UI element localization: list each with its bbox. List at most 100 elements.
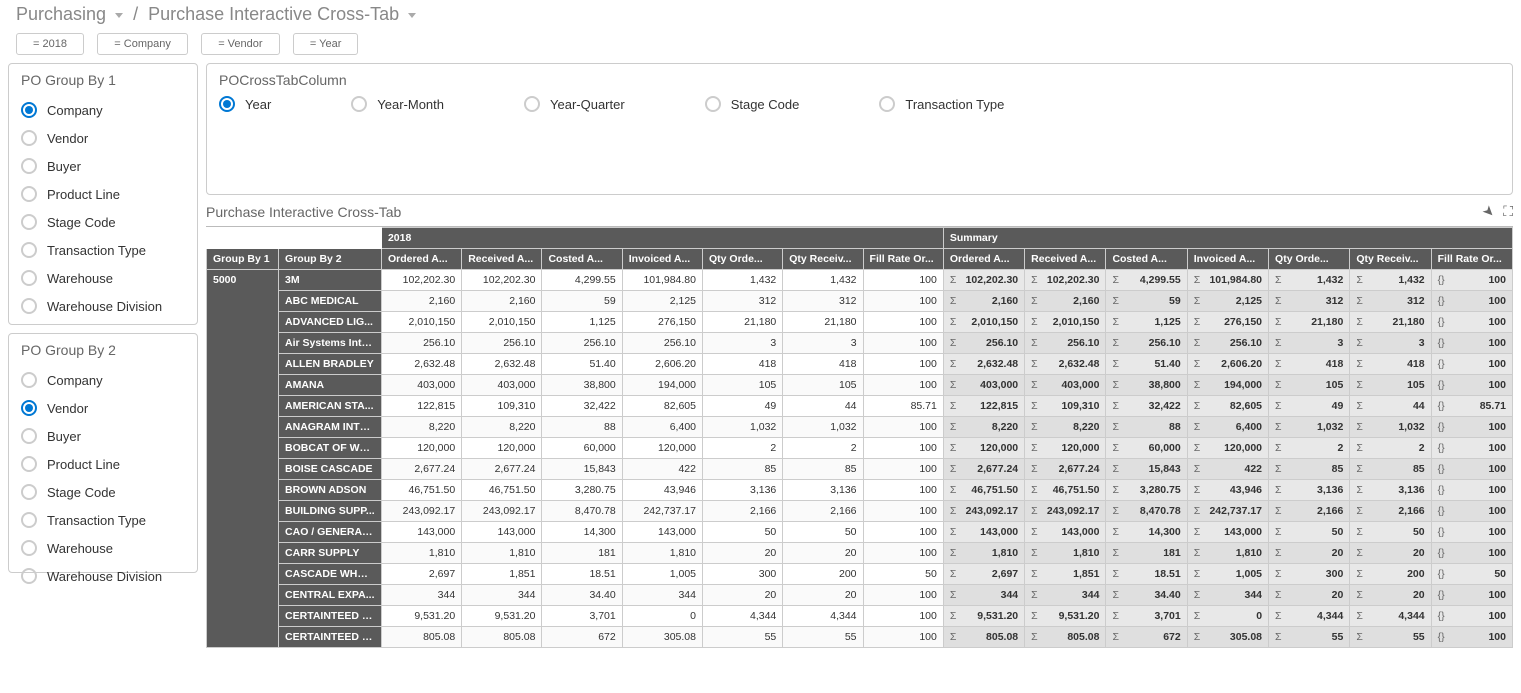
summary-cell[interactable]: {}100 bbox=[1431, 333, 1512, 354]
data-cell[interactable]: 6,400 bbox=[622, 417, 702, 438]
table-row[interactable]: Air Systems Inte...256.10256.10256.10256… bbox=[207, 333, 1513, 354]
data-cell[interactable]: 8,220 bbox=[381, 417, 461, 438]
summary-cell[interactable]: Σ55 bbox=[1269, 627, 1350, 648]
summary-cell[interactable]: Σ143,000 bbox=[1025, 522, 1106, 543]
filter-year[interactable]: = 2018 bbox=[16, 33, 84, 55]
data-cell[interactable]: 100 bbox=[863, 333, 943, 354]
data-cell[interactable]: 805.08 bbox=[381, 627, 461, 648]
data-cell[interactable]: 14,300 bbox=[542, 522, 622, 543]
summary-cell[interactable]: Σ2,632.48 bbox=[943, 354, 1024, 375]
data-cell[interactable]: 2,160 bbox=[381, 291, 461, 312]
data-cell[interactable]: 102,202.30 bbox=[381, 270, 461, 291]
summary-cell[interactable]: {}50 bbox=[1431, 564, 1512, 585]
data-cell[interactable]: 243,092.17 bbox=[462, 501, 542, 522]
data-cell[interactable]: 109,310 bbox=[462, 396, 542, 417]
vendor-cell[interactable]: CERTAINTEED C... bbox=[279, 606, 382, 627]
data-cell[interactable]: 38,800 bbox=[542, 375, 622, 396]
data-cell[interactable]: 43,946 bbox=[622, 480, 702, 501]
data-cell[interactable]: 50 bbox=[703, 522, 783, 543]
data-cell[interactable]: 2,677.24 bbox=[462, 459, 542, 480]
column-header[interactable]: Qty Orde... bbox=[703, 249, 783, 270]
summary-cell[interactable]: Σ46,751.50 bbox=[1025, 480, 1106, 501]
data-cell[interactable]: 1,432 bbox=[703, 270, 783, 291]
table-row[interactable]: ANAGRAM INTE...8,2208,220886,4001,0321,0… bbox=[207, 417, 1513, 438]
summary-cell[interactable]: Σ109,310 bbox=[1025, 396, 1106, 417]
summary-cell[interactable]: {}100 bbox=[1431, 501, 1512, 522]
radio-groupBy1-company[interactable]: Company bbox=[21, 96, 185, 124]
radio-crossTabCol-transaction-type[interactable]: Transaction Type bbox=[879, 96, 1004, 112]
summary-cell[interactable]: Σ194,000 bbox=[1187, 375, 1268, 396]
data-cell[interactable]: 2,010,150 bbox=[381, 312, 461, 333]
vendor-cell[interactable]: BOBCAT OF WO... bbox=[279, 438, 382, 459]
table-row[interactable]: 50003M102,202.30102,202.304,299.55101,98… bbox=[207, 270, 1513, 291]
summary-cell[interactable]: Σ50 bbox=[1269, 522, 1350, 543]
table-row[interactable]: AMERICAN STA...122,815109,31032,42282,60… bbox=[207, 396, 1513, 417]
breadcrumb-current[interactable]: Purchase Interactive Cross-Tab bbox=[148, 4, 416, 24]
popout-icon[interactable]: ➤ bbox=[1479, 201, 1499, 221]
data-cell[interactable]: 2,166 bbox=[783, 501, 863, 522]
data-cell[interactable]: 1,032 bbox=[783, 417, 863, 438]
summary-cell[interactable]: Σ50 bbox=[1350, 522, 1431, 543]
data-cell[interactable]: 1,810 bbox=[381, 543, 461, 564]
column-header[interactable]: Costed A... bbox=[542, 249, 622, 270]
data-cell[interactable]: 2,160 bbox=[462, 291, 542, 312]
summary-cell[interactable]: {}100 bbox=[1431, 627, 1512, 648]
summary-cell[interactable]: Σ312 bbox=[1269, 291, 1350, 312]
fullscreen-icon[interactable]: ⛶ bbox=[1503, 203, 1513, 220]
summary-cell[interactable]: Σ418 bbox=[1269, 354, 1350, 375]
filter-year2[interactable]: = Year bbox=[293, 33, 359, 55]
data-cell[interactable]: 120,000 bbox=[462, 438, 542, 459]
vendor-cell[interactable]: CARR SUPPLY bbox=[279, 543, 382, 564]
summary-cell[interactable]: Σ82,605 bbox=[1187, 396, 1268, 417]
data-cell[interactable]: 100 bbox=[863, 480, 943, 501]
summary-cell[interactable]: Σ2,677.24 bbox=[1025, 459, 1106, 480]
radio-groupBy1-warehouse[interactable]: Warehouse bbox=[21, 264, 185, 292]
summary-cell[interactable]: Σ32,422 bbox=[1106, 396, 1187, 417]
summary-cell[interactable]: Σ143,000 bbox=[1187, 522, 1268, 543]
summary-column-header[interactable]: Costed A... bbox=[1106, 249, 1187, 270]
vendor-cell[interactable]: ADVANCED LIG... bbox=[279, 312, 382, 333]
radio-groupBy1-buyer[interactable]: Buyer bbox=[21, 152, 185, 180]
data-cell[interactable]: 105 bbox=[703, 375, 783, 396]
radio-crossTabCol-year-month[interactable]: Year-Month bbox=[351, 96, 444, 112]
summary-cell[interactable]: {}100 bbox=[1431, 606, 1512, 627]
summary-cell[interactable]: Σ0 bbox=[1187, 606, 1268, 627]
table-row[interactable]: CERTAINTEED C...9,531.209,531.203,70104,… bbox=[207, 606, 1513, 627]
data-cell[interactable]: 9,531.20 bbox=[381, 606, 461, 627]
data-cell[interactable]: 100 bbox=[863, 375, 943, 396]
summary-cell[interactable]: Σ2,010,150 bbox=[943, 312, 1024, 333]
vendor-cell[interactable]: BUILDING SUPP... bbox=[279, 501, 382, 522]
data-cell[interactable]: 344 bbox=[622, 585, 702, 606]
vendor-cell[interactable]: CAO / GENERAL... bbox=[279, 522, 382, 543]
summary-cell[interactable]: Σ20 bbox=[1350, 543, 1431, 564]
summary-cell[interactable]: Σ344 bbox=[1187, 585, 1268, 606]
table-row[interactable]: ADVANCED LIG...2,010,1502,010,1501,12527… bbox=[207, 312, 1513, 333]
radio-groupBy2-company[interactable]: Company bbox=[21, 366, 185, 394]
summary-cell[interactable]: {}100 bbox=[1431, 291, 1512, 312]
radio-groupBy1-product-line[interactable]: Product Line bbox=[21, 180, 185, 208]
summary-cell[interactable]: Σ55 bbox=[1350, 627, 1431, 648]
radio-groupBy2-product-line[interactable]: Product Line bbox=[21, 450, 185, 478]
summary-cell[interactable]: Σ2,606.20 bbox=[1187, 354, 1268, 375]
summary-cell[interactable]: Σ1,810 bbox=[1187, 543, 1268, 564]
radio-crossTabCol-stage-code[interactable]: Stage Code bbox=[705, 96, 800, 112]
vendor-cell[interactable]: AMANA bbox=[279, 375, 382, 396]
summary-cell[interactable]: Σ38,800 bbox=[1106, 375, 1187, 396]
data-cell[interactable]: 2,166 bbox=[703, 501, 783, 522]
summary-cell[interactable]: Σ312 bbox=[1350, 291, 1431, 312]
summary-cell[interactable]: Σ20 bbox=[1269, 543, 1350, 564]
data-cell[interactable]: 2,010,150 bbox=[462, 312, 542, 333]
summary-cell[interactable]: {}100 bbox=[1431, 417, 1512, 438]
data-cell[interactable]: 2,697 bbox=[381, 564, 461, 585]
column-header[interactable]: Invoiced A... bbox=[622, 249, 702, 270]
vendor-cell[interactable]: ANAGRAM INTE... bbox=[279, 417, 382, 438]
data-cell[interactable]: 1,005 bbox=[622, 564, 702, 585]
radio-groupBy2-transaction-type[interactable]: Transaction Type bbox=[21, 506, 185, 534]
summary-cell[interactable]: Σ1,432 bbox=[1269, 270, 1350, 291]
breadcrumb-parent[interactable]: Purchasing bbox=[16, 4, 123, 24]
data-cell[interactable]: 243,092.17 bbox=[381, 501, 461, 522]
data-cell[interactable]: 100 bbox=[863, 522, 943, 543]
data-cell[interactable]: 100 bbox=[863, 627, 943, 648]
radio-groupBy2-vendor[interactable]: Vendor bbox=[21, 394, 185, 422]
data-cell[interactable]: 256.10 bbox=[622, 333, 702, 354]
